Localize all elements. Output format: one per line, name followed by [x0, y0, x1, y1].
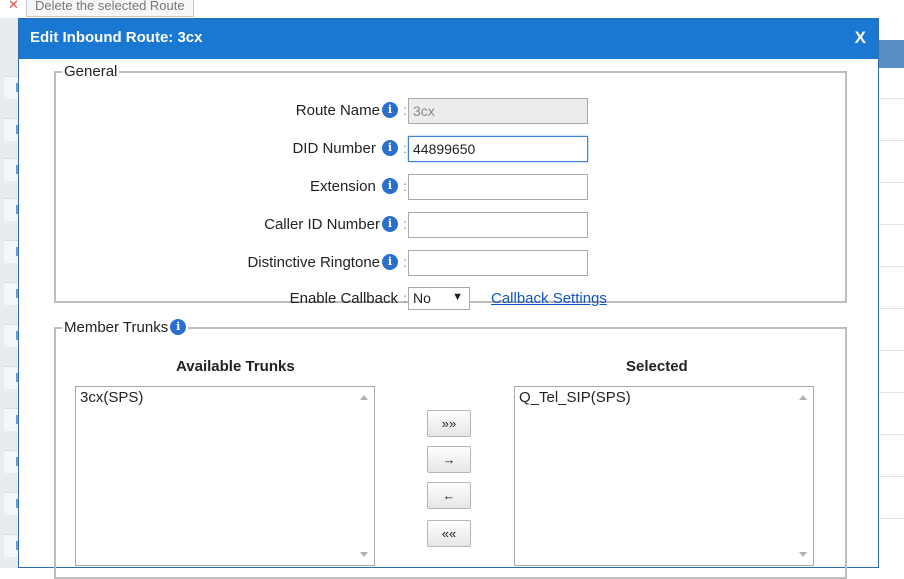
delete-icon: ✕: [8, 0, 19, 10]
colon: :: [403, 290, 407, 306]
caller-id-number-label: Caller ID Number: [264, 216, 380, 233]
colon: :: [403, 254, 407, 270]
did-number-label: DID Number: [292, 140, 376, 157]
edit-inbound-route-dialog: Edit Inbound Route: 3cx X General Route …: [18, 18, 879, 579]
distinctive-ringtone-row: Distinctive Ringtone i :: [56, 250, 656, 276]
chevron-down-icon: ▼: [452, 291, 463, 303]
enable-callback-value: No: [413, 290, 431, 306]
extension-input[interactable]: [408, 174, 588, 200]
dialog-title: Edit Inbound Route: 3cx: [30, 29, 203, 46]
info-icon[interactable]: i: [382, 216, 398, 232]
background-table-right: [879, 18, 904, 568]
dialog-titlebar[interactable]: Edit Inbound Route: 3cx X: [19, 19, 878, 59]
selected-trunks-list[interactable]: Q_Tel_SIP(SPS): [514, 386, 814, 566]
enable-callback-select[interactable]: No ▼: [408, 287, 470, 310]
list-item[interactable]: Q_Tel_SIP(SPS): [519, 389, 631, 406]
info-icon[interactable]: i: [170, 319, 187, 335]
route-name-row: Route Name i :: [56, 98, 656, 124]
callback-settings-link[interactable]: Callback Settings: [491, 290, 607, 307]
background-header-strip: [879, 40, 904, 68]
list-item[interactable]: 3cx(SPS): [80, 389, 143, 406]
close-button[interactable]: X: [855, 28, 866, 48]
extension-label: Extension: [309, 178, 376, 195]
selected-trunks-heading: Selected: [626, 358, 688, 375]
add-all-button[interactable]: »»: [427, 410, 471, 437]
enable-callback-label: Enable Callback: [289, 290, 398, 307]
scroll-up-icon[interactable]: [799, 395, 807, 400]
did-number-input[interactable]: [408, 136, 588, 162]
general-section: General Route Namei : DID Number i : Ext…: [54, 63, 847, 310]
scroll-up-icon[interactable]: [360, 395, 368, 400]
caller-id-number-input[interactable]: [408, 212, 588, 238]
available-trunks-list[interactable]: 3cx(SPS): [75, 386, 375, 566]
colon: :: [403, 216, 407, 232]
colon: :: [403, 178, 407, 194]
remove-all-button[interactable]: ««: [427, 520, 471, 547]
caller-id-number-row: Caller ID Number i :: [56, 212, 656, 238]
remove-button[interactable]: ←: [427, 482, 471, 509]
background-tooltip: Delete the selected Route: [26, 0, 194, 17]
info-icon[interactable]: i: [382, 140, 398, 156]
colon: :: [403, 102, 407, 118]
info-icon[interactable]: i: [382, 254, 398, 270]
route-name-input[interactable]: [408, 98, 588, 124]
general-legend: General: [64, 63, 118, 80]
distinctive-ringtone-input[interactable]: [408, 250, 588, 276]
route-name-label: Route Name: [295, 102, 380, 119]
available-trunks-heading: Available Trunks: [176, 358, 295, 375]
extension-row: Extension i :: [56, 174, 656, 200]
info-icon[interactable]: i: [382, 102, 398, 118]
scroll-down-icon[interactable]: [799, 552, 807, 557]
enable-callback-row: Enable Callback : No ▼ Callback Settings: [56, 286, 656, 312]
distinctive-ringtone-label: Distinctive Ringtone: [247, 254, 380, 271]
info-icon[interactable]: i: [382, 178, 398, 194]
member-trunks-section: Member Trunks i Available Trunks Selected…: [54, 319, 847, 579]
colon: :: [403, 140, 407, 156]
did-number-row: DID Number i :: [56, 136, 656, 162]
member-trunks-legend: Member Trunks: [64, 319, 169, 336]
scroll-down-icon[interactable]: [360, 552, 368, 557]
add-button[interactable]: →: [427, 446, 471, 473]
